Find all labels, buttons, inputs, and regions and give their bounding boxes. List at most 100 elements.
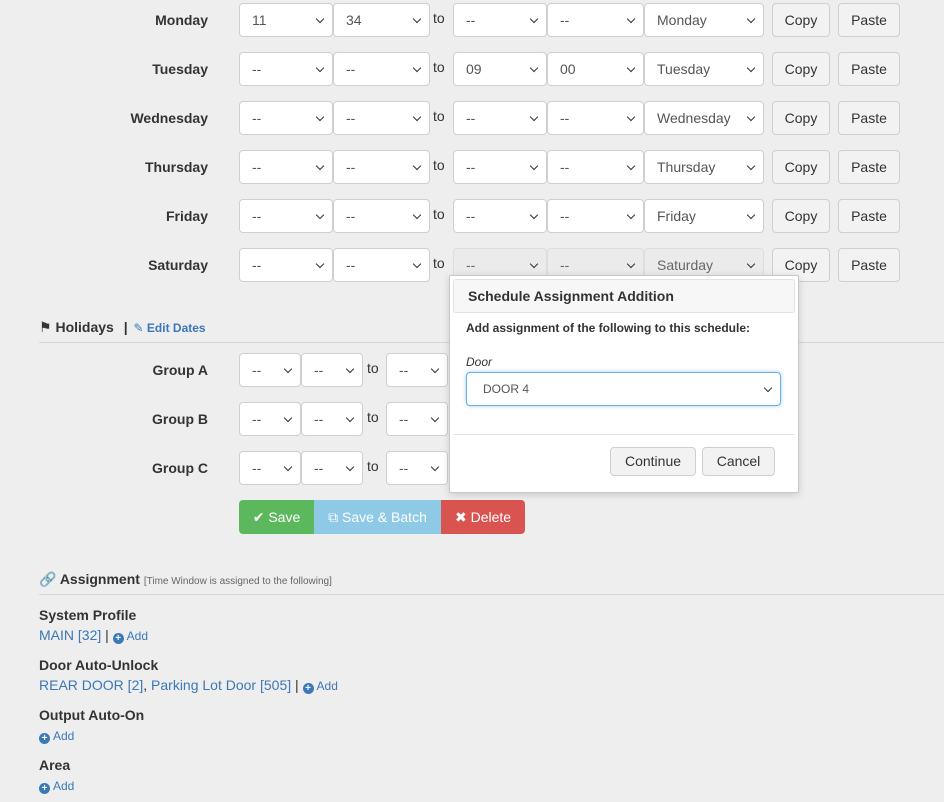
start-minute-select[interactable]: 34 — [333, 3, 430, 37]
day-label: Thursday — [144, 159, 208, 175]
holidays-separator: | — [123, 319, 128, 335]
end-minute-select[interactable]: -- — [547, 150, 644, 184]
paste-button[interactable]: Paste — [838, 150, 900, 184]
start-hour-select[interactable]: -- — [239, 52, 333, 86]
to-label: to — [433, 10, 445, 26]
delete-button[interactable]: ✖ Delete — [441, 500, 525, 534]
parking-lot-door-link[interactable]: Parking Lot Door [505] — [151, 677, 291, 693]
copy-icon: ⧉ — [328, 509, 339, 525]
start-month-select[interactable]: -- — [239, 402, 301, 436]
copy-button[interactable]: Copy — [772, 3, 830, 37]
assignment-divider — [39, 594, 944, 595]
paste-button[interactable]: Paste — [838, 3, 900, 37]
paste-button[interactable]: Paste — [838, 248, 900, 282]
check-circle-icon: ✔ — [252, 509, 265, 525]
end-minute-select[interactable]: -- — [547, 101, 644, 135]
end-day-select[interactable]: Thursday — [644, 150, 764, 184]
add-output-auto-on-link[interactable]: + Add — [39, 729, 74, 744]
system-profile-title: System Profile — [39, 607, 137, 623]
copy-button[interactable]: Copy — [772, 52, 830, 86]
copy-button[interactable]: Copy — [772, 101, 830, 135]
flag-icon: ⚑ — [39, 319, 52, 335]
day-label: Tuesday — [152, 61, 208, 77]
area-title: Area — [39, 757, 71, 773]
end-day-select[interactable]: Monday — [644, 3, 764, 37]
save-batch-button[interactable]: ⧉ Save & Batch — [314, 500, 441, 534]
start-month-select[interactable]: -- — [239, 451, 301, 485]
start-day-select[interactable]: -- — [301, 402, 363, 436]
day-label: Saturday — [148, 257, 208, 273]
group-label: Group C — [152, 460, 208, 476]
start-minute-select[interactable]: -- — [333, 248, 430, 282]
save-button[interactable]: ✔ Save — [239, 500, 314, 534]
start-hour-select[interactable]: -- — [239, 101, 333, 135]
end-hour-select[interactable]: -- — [453, 101, 547, 135]
times-circle-icon: ✖ — [454, 509, 467, 525]
add-area-link[interactable]: + Add — [39, 779, 74, 794]
end-minute-select[interactable]: -- — [547, 199, 644, 233]
paste-button[interactable]: Paste — [838, 101, 900, 135]
paste-button[interactable]: Paste — [838, 199, 900, 233]
door-select[interactable]: DOOR 4 — [466, 372, 781, 406]
end-month-select[interactable]: -- — [386, 353, 448, 387]
holidays-title: Holidays — [55, 319, 114, 335]
start-minute-select[interactable]: -- — [333, 150, 430, 184]
separator: | — [105, 627, 109, 643]
start-minute-select[interactable]: -- — [333, 199, 430, 233]
end-hour-select[interactable]: -- — [453, 150, 547, 184]
assignment-header: 🔗 Assignment [Time Window is assigned to… — [39, 571, 332, 588]
day-label: Friday — [165, 208, 208, 224]
system-profile-line: MAIN [32] | + Add — [39, 627, 148, 644]
start-month-select[interactable]: -- — [239, 353, 301, 387]
end-day-select[interactable]: Friday — [644, 199, 764, 233]
end-minute-select[interactable]: 00 — [547, 52, 644, 86]
holidays-header: ⚑ Holidays | ✎ Edit Dates — [39, 319, 206, 336]
start-hour-select[interactable]: -- — [239, 199, 333, 233]
end-hour-select[interactable]: -- — [453, 3, 547, 37]
to-label: to — [367, 409, 379, 425]
end-hour-select[interactable]: -- — [453, 199, 547, 233]
start-hour-select[interactable]: 11 — [239, 3, 333, 37]
link-icon: 🔗 — [39, 571, 57, 587]
to-label: to — [433, 59, 445, 75]
day-label: Monday — [155, 12, 208, 28]
door-field-label: Door — [466, 355, 493, 369]
start-day-select[interactable]: -- — [301, 353, 363, 387]
end-hour-select[interactable]: 09 — [453, 52, 547, 86]
door-auto-unlock-line: REAR DOOR [2], Parking Lot Door [505] | … — [39, 677, 338, 694]
to-label: to — [433, 108, 445, 124]
to-label: to — [433, 255, 445, 271]
plus-circle-icon: + — [39, 733, 50, 744]
modal-instruction: Add assignment of the following to this … — [466, 321, 751, 335]
continue-button[interactable]: Continue — [610, 447, 696, 476]
copy-button[interactable]: Copy — [772, 199, 830, 233]
start-hour-select[interactable]: -- — [239, 248, 333, 282]
end-day-select[interactable]: Tuesday — [644, 52, 764, 86]
end-month-select[interactable]: -- — [386, 402, 448, 436]
add-door-auto-unlock-link[interactable]: + Add — [302, 679, 338, 694]
start-minute-select[interactable]: -- — [333, 52, 430, 86]
paste-button[interactable]: Paste — [838, 52, 900, 86]
door-auto-unlock-title: Door Auto-Unlock — [39, 657, 159, 673]
start-minute-select[interactable]: -- — [333, 101, 430, 135]
schedule-assignment-modal: Schedule Assignment Addition Add assignm… — [449, 275, 799, 493]
edit-icon: ✎ — [133, 321, 144, 335]
system-profile-link[interactable]: MAIN [32] — [39, 627, 101, 643]
start-day-select[interactable]: -- — [301, 451, 363, 485]
end-month-select[interactable]: -- — [386, 451, 448, 485]
add-system-profile-link[interactable]: + Add — [112, 629, 148, 644]
edit-dates-link[interactable]: ✎ Edit Dates — [134, 321, 206, 335]
separator: | — [295, 677, 299, 693]
plus-circle-icon: + — [112, 633, 124, 644]
copy-button[interactable]: Copy — [772, 150, 830, 184]
cancel-button[interactable]: Cancel — [702, 447, 775, 476]
end-minute-select[interactable]: -- — [547, 3, 644, 37]
end-day-select[interactable]: Wednesday — [644, 101, 764, 135]
rear-door-link[interactable]: REAR DOOR [2] — [39, 677, 143, 693]
assignment-title: Assignment — [59, 571, 140, 587]
start-hour-select[interactable]: -- — [239, 150, 333, 184]
to-label: to — [433, 157, 445, 173]
to-label: to — [433, 206, 445, 222]
day-label: Wednesday — [130, 110, 208, 126]
group-label: Group A — [152, 362, 208, 378]
